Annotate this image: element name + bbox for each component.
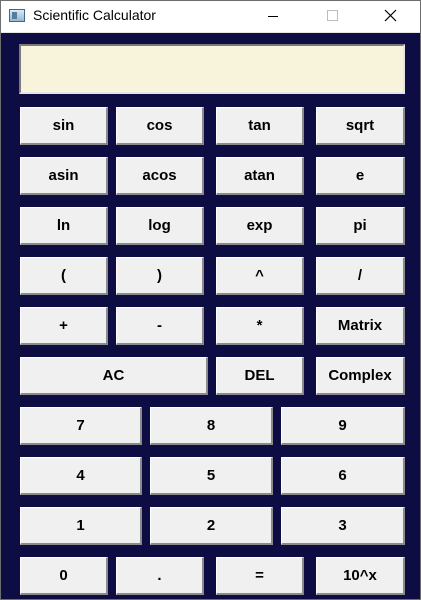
add-button[interactable]: + [20, 307, 108, 345]
delete-button[interactable]: DEL [216, 357, 304, 395]
digit-3-button[interactable]: 3 [281, 507, 405, 545]
digit-5-button[interactable]: 5 [150, 457, 273, 495]
digit-8-button[interactable]: 8 [150, 407, 273, 445]
digit-0-button[interactable]: 0 [20, 557, 108, 595]
subtract-button[interactable]: - [116, 307, 204, 345]
complex-button[interactable]: Complex [316, 357, 405, 395]
maximize-icon [327, 10, 338, 21]
calculator-app-icon [9, 9, 25, 22]
calculator-display [19, 44, 405, 94]
digit-6-button[interactable]: 6 [281, 457, 405, 495]
sin-button[interactable]: sin [20, 107, 108, 145]
digit-4-button[interactable]: 4 [20, 457, 142, 495]
minimize-button[interactable] [250, 1, 296, 31]
divide-button[interactable]: / [316, 257, 405, 295]
close-paren-button[interactable]: ) [116, 257, 204, 295]
cos-button[interactable]: cos [116, 107, 204, 145]
digit-7-button[interactable]: 7 [20, 407, 142, 445]
power-button[interactable]: ^ [216, 257, 304, 295]
title-bar[interactable]: Scientific Calculator [1, 1, 420, 33]
multiply-button[interactable]: * [216, 307, 304, 345]
maximize-button[interactable] [309, 1, 355, 31]
close-button[interactable] [367, 1, 413, 31]
digit-9-button[interactable]: 9 [281, 407, 405, 445]
tan-button[interactable]: tan [216, 107, 304, 145]
open-paren-button[interactable]: ( [20, 257, 108, 295]
log-button[interactable]: log [116, 207, 204, 245]
ln-button[interactable]: ln [20, 207, 108, 245]
power-of-ten-button[interactable]: 10^x [316, 557, 405, 595]
all-clear-button[interactable]: AC [20, 357, 208, 395]
close-icon [384, 9, 397, 22]
exp-button[interactable]: exp [216, 207, 304, 245]
digit-2-button[interactable]: 2 [150, 507, 273, 545]
digit-1-button[interactable]: 1 [20, 507, 142, 545]
minimize-icon [268, 16, 278, 17]
decimal-point-button[interactable]: . [116, 557, 204, 595]
sqrt-button[interactable]: sqrt [316, 107, 405, 145]
calculator-window: Scientific Calculator sin cos tan sqrt a… [0, 0, 421, 600]
matrix-button[interactable]: Matrix [316, 307, 405, 345]
atan-button[interactable]: atan [216, 157, 304, 195]
asin-button[interactable]: asin [20, 157, 108, 195]
e-button[interactable]: e [316, 157, 405, 195]
equals-button[interactable]: = [216, 557, 304, 595]
acos-button[interactable]: acos [116, 157, 204, 195]
window-title: Scientific Calculator [33, 7, 156, 23]
pi-button[interactable]: pi [316, 207, 405, 245]
